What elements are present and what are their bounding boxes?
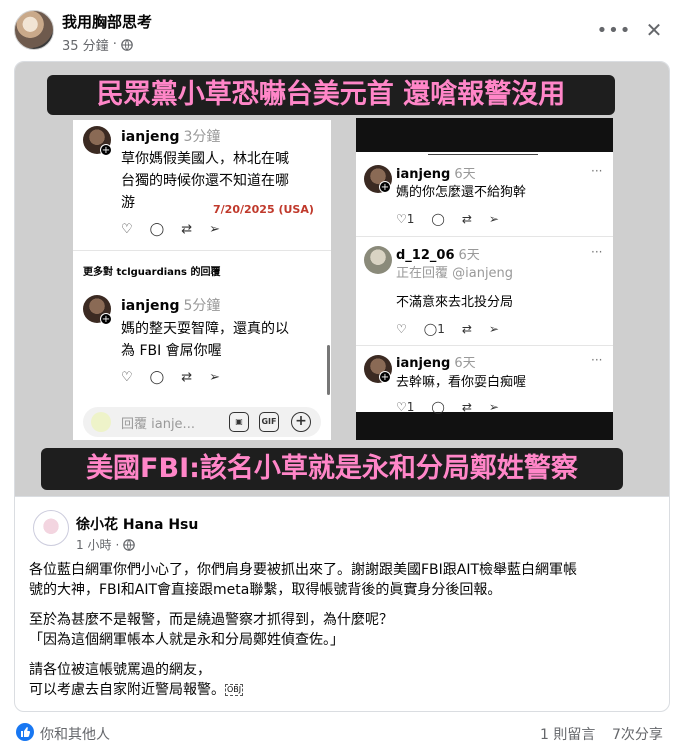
paragraph: 至於為甚麼不是報警，而是繞過警察才抓得到，為什麼呢？ 「因為這個網軍帳本人就是永… bbox=[29, 612, 393, 648]
more-icon[interactable]: ••• bbox=[596, 12, 632, 48]
heart-icon: ♡ bbox=[121, 370, 133, 385]
meme-left-panel: + ianjeng 3分鐘 草你媽假美國人，林北在喊 台獨的時候你還不知道在哪 游… bbox=[73, 120, 331, 440]
follow-plus-icon: + bbox=[100, 313, 112, 325]
emoji-icon bbox=[91, 412, 111, 432]
more-icon: ··· bbox=[591, 245, 603, 259]
heart-icon: ♡ 1 bbox=[396, 212, 415, 226]
send-icon: ➢ bbox=[488, 400, 499, 414]
gif-icon: GIF bbox=[259, 412, 279, 432]
comment-icon: ◯ bbox=[431, 212, 445, 226]
send-icon: ➢ bbox=[488, 322, 499, 336]
follow-plus-icon: + bbox=[379, 371, 391, 383]
comment-username: d_12_06 6天 bbox=[396, 248, 480, 263]
reply-to-label: 正在回覆 @ianjeng bbox=[396, 266, 514, 281]
post-footer: 你和其他人 1 則留言 7次分享 bbox=[0, 717, 685, 747]
repost-icon: ⇄ bbox=[181, 222, 193, 237]
repost-icon: ⇄ bbox=[181, 370, 193, 385]
repost-icon: ⇄ bbox=[461, 400, 472, 414]
commenter-avatar bbox=[364, 246, 392, 274]
nested-post-meta: 1 小時 · bbox=[76, 536, 136, 553]
reply-placeholder: 回覆 ianje... bbox=[121, 417, 195, 432]
like-reaction-icon[interactable] bbox=[16, 723, 34, 741]
comment-actions: ♡ ◯ 1 ⇄ ➢ bbox=[396, 322, 499, 336]
post-meta: 35 分鐘 · bbox=[62, 35, 133, 54]
comment-icon: ◯ 1 bbox=[423, 322, 445, 336]
comment-actions: ♡ 1 ◯ ⇄ ➢ bbox=[396, 212, 499, 226]
obj-placeholder-icon: OBJ bbox=[225, 684, 244, 696]
comment-actions: ♡ ◯ ⇄ ➢ bbox=[121, 370, 220, 385]
post-header: 我用胸部思考 35 分鐘 · ••• ✕ bbox=[0, 0, 685, 60]
follow-plus-icon: + bbox=[379, 181, 391, 193]
nested-post-time[interactable]: 1 小時 bbox=[76, 536, 111, 553]
reactors-text[interactable]: 你和其他人 bbox=[40, 724, 110, 744]
comment-text: 媽的整天耍智障，還真的以 為 FBI 會屌你喔 bbox=[121, 321, 289, 359]
send-icon: ➢ bbox=[209, 370, 221, 385]
add-icon: + bbox=[291, 412, 311, 432]
nested-post-body: 各位藍白網軍你們小心了，你們肩身要被抓出來了。謝謝跟美國FBI跟AIT檢舉藍白網… bbox=[29, 560, 659, 700]
nested-author-avatar[interactable] bbox=[33, 510, 69, 546]
heart-icon: ♡ 1 bbox=[396, 400, 415, 414]
date-stamp: 7/20/2025 (USA) bbox=[213, 203, 314, 216]
shared-post[interactable]: 民眾黨小草恐嚇台美元首 還嗆報警沒用 + ianjeng 3分鐘 草你媽假美國人，… bbox=[14, 61, 670, 712]
comment-text: 去幹嘛，看你耍白痴喔 bbox=[396, 375, 527, 390]
follow-plus-icon: + bbox=[100, 144, 112, 156]
comment-actions: ♡ 1 ◯ ⇄ ➢ bbox=[396, 400, 499, 414]
more-icon: ··· bbox=[591, 164, 603, 178]
meme-banner-top: 民眾黨小草恐嚇台美元首 還嗆報警沒用 bbox=[47, 75, 615, 115]
send-icon: ➢ bbox=[488, 212, 499, 226]
globe-icon[interactable] bbox=[121, 38, 133, 51]
comment-icon: ◯ bbox=[149, 222, 165, 237]
meme-image[interactable]: 民眾黨小草恐嚇台美元首 還嗆報警沒用 + ianjeng 3分鐘 草你媽假美國人，… bbox=[15, 62, 669, 496]
globe-icon[interactable] bbox=[123, 538, 136, 551]
comment-username: ianjeng 3分鐘 bbox=[121, 129, 221, 145]
more-icon: ··· bbox=[591, 353, 603, 367]
paragraph: 請各位被這帳號罵過的網友， 可以考慮去自家附近警局報警。 OBJ bbox=[29, 662, 244, 698]
repost-icon: ⇄ bbox=[461, 212, 472, 226]
comment-username: ianjeng 5分鐘 bbox=[121, 298, 221, 314]
image-icon: ▣ bbox=[229, 412, 249, 432]
comment-actions: ♡ ◯ ⇄ ➢ bbox=[121, 222, 220, 237]
meta-separator: · bbox=[115, 537, 120, 552]
heart-icon: ♡ bbox=[121, 222, 133, 237]
comment-count[interactable]: 1 則留言 bbox=[540, 724, 595, 744]
share-count[interactable]: 7次分享 bbox=[612, 724, 663, 744]
scrollbar bbox=[327, 345, 330, 395]
nested-author-name[interactable]: 徐小花 Hana Hsu bbox=[76, 514, 198, 534]
meme-right-panel: + ianjeng 6天 ··· 媽的你怎麼還不給狗幹 ♡ 1 ◯ ⇄ ➢ d_12_06… bbox=[356, 118, 613, 440]
comment-text: 媽的你怎麼還不給狗幹 bbox=[396, 185, 527, 200]
comment-username: ianjeng 6天 bbox=[396, 167, 476, 182]
nested-original-post[interactable]: 徐小花 Hana Hsu 1 小時 · 各位藍白網軍你們小心了，你們肩身要被抓出… bbox=[15, 496, 669, 711]
heart-icon: ♡ bbox=[396, 322, 407, 336]
divider bbox=[356, 345, 613, 346]
author-name[interactable]: 我用胸部思考 bbox=[62, 11, 152, 32]
comment-icon: ◯ bbox=[149, 370, 165, 385]
comment-username: ianjeng 6天 bbox=[396, 356, 476, 371]
comment-icon: ◯ bbox=[431, 400, 445, 414]
close-icon[interactable]: ✕ bbox=[636, 12, 672, 48]
more-replies-label: 更多對 tclguardians 的回覆 bbox=[83, 267, 221, 278]
meta-separator: · bbox=[112, 37, 117, 52]
author-avatar[interactable] bbox=[14, 10, 54, 50]
meme-banner-bottom: 美國FBI:該名小草就是永和分局鄭姓警察 bbox=[41, 448, 623, 490]
divider bbox=[356, 236, 613, 237]
paragraph: 各位藍白網軍你們小心了，你們肩身要被抓出來了。謝謝跟美國FBI跟AIT檢舉藍白網… bbox=[29, 562, 578, 598]
divider bbox=[73, 250, 331, 251]
repost-icon: ⇄ bbox=[461, 322, 472, 336]
send-icon: ➢ bbox=[209, 222, 221, 237]
post-time[interactable]: 35 分鐘 bbox=[62, 35, 109, 54]
comment-text: 不滿意來去北投分局 bbox=[396, 295, 514, 310]
reply-bar: 回覆 ianje... ▣ GIF + bbox=[83, 407, 321, 437]
divider bbox=[428, 154, 538, 155]
